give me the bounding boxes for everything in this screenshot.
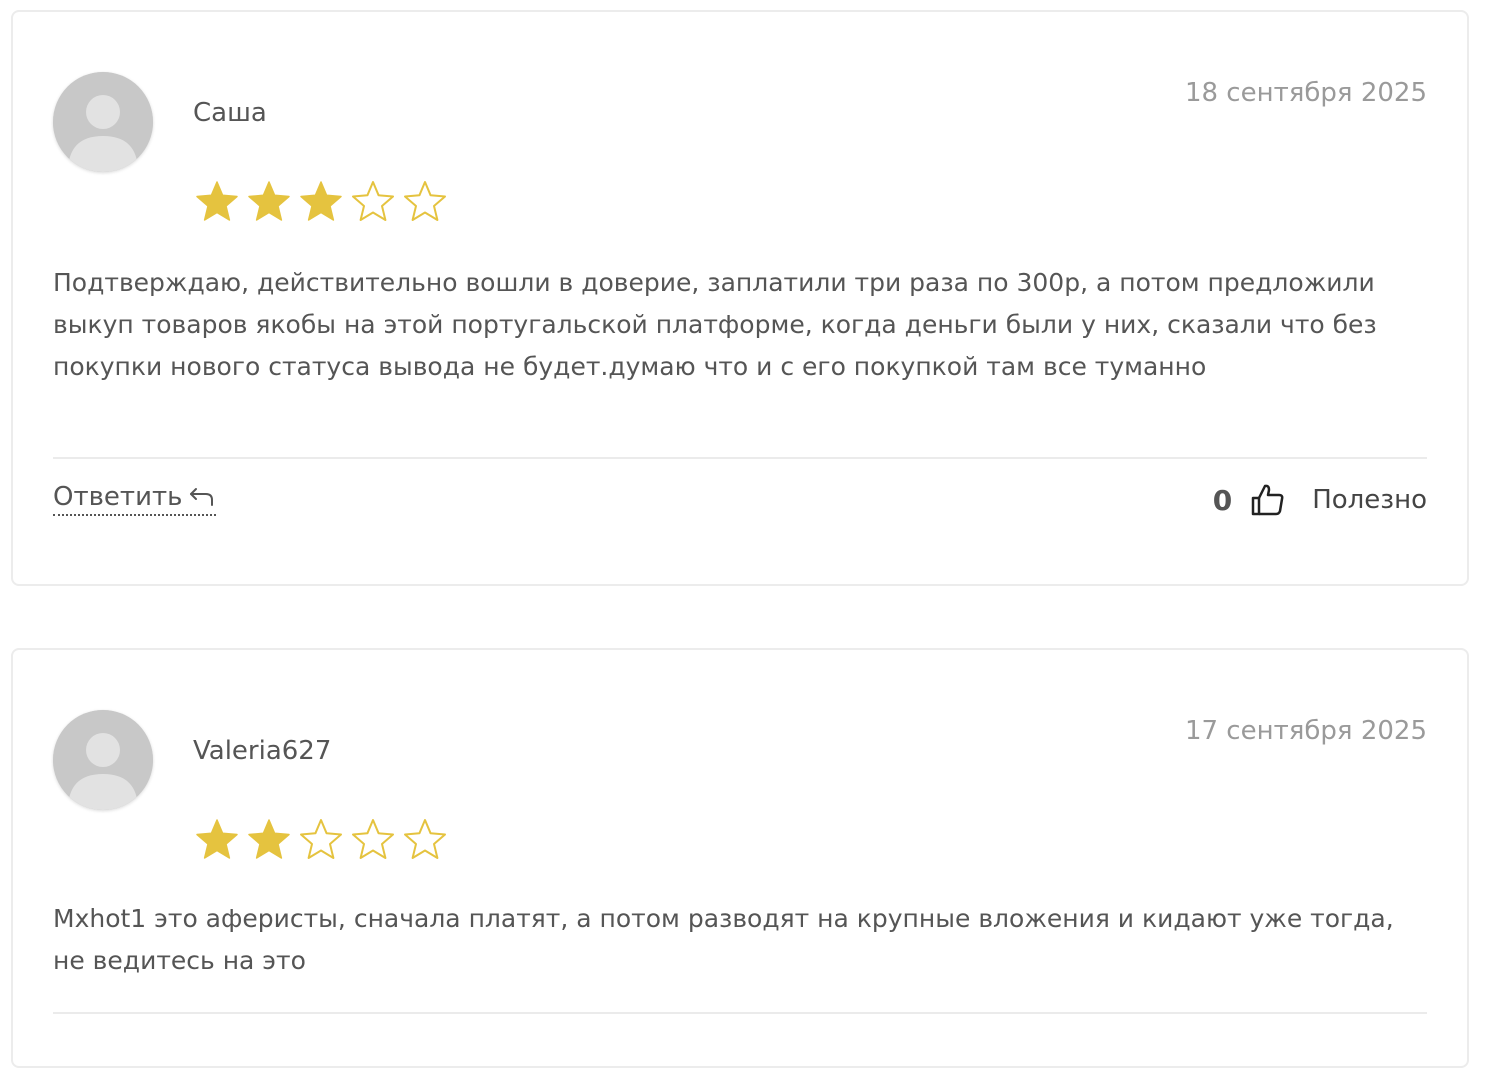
user-placeholder-icon — [53, 72, 153, 172]
star-filled-icon — [248, 181, 290, 221]
helpful-button[interactable]: Полезно — [1312, 485, 1427, 515]
reply-arrow-icon — [190, 488, 214, 506]
like-count: 0 — [1212, 483, 1233, 517]
star-filled-icon — [196, 819, 238, 859]
star-empty-icon — [404, 819, 446, 859]
review-author: Саша — [193, 98, 267, 128]
divider — [53, 1012, 1427, 1014]
review-card: Valeria627 17 сентября 2025 Mxhot1 это а… — [11, 648, 1469, 1068]
star-filled-icon — [300, 181, 342, 221]
review-date: 17 сентября 2025 — [1184, 716, 1427, 746]
star-filled-icon — [248, 819, 290, 859]
star-filled-icon — [196, 181, 238, 221]
review-text: Mxhot1 это аферисты, сначала платят, а п… — [53, 904, 1394, 975]
star-empty-icon — [352, 819, 394, 859]
star-rating — [193, 816, 449, 864]
helpful-control: 0 Полезно — [1213, 482, 1427, 518]
user-placeholder-icon — [53, 710, 153, 810]
review-author: Valeria627 — [193, 736, 332, 766]
thumbs-up-icon[interactable] — [1250, 482, 1286, 518]
divider — [53, 457, 1427, 459]
reply-label: Ответить — [53, 482, 183, 512]
review-date: 18 сентября 2025 — [1184, 78, 1427, 108]
star-rating — [193, 178, 449, 226]
review-card: Саша 18 сентября 2025 Подтверждаю, дейст… — [11, 10, 1469, 586]
star-empty-icon — [404, 181, 446, 221]
reply-button[interactable]: Ответить — [53, 482, 217, 516]
star-empty-icon — [352, 181, 394, 221]
star-empty-icon — [300, 819, 342, 859]
review-text: Подтверждаю, действительно вошли в довер… — [53, 268, 1377, 381]
